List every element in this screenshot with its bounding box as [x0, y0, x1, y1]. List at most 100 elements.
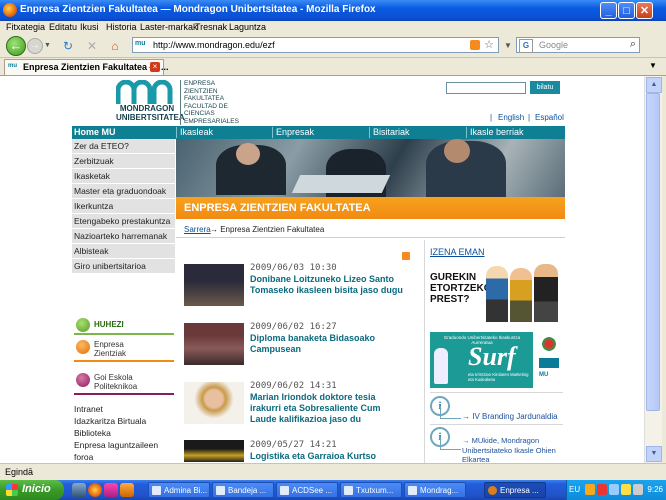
windows-flag-icon: [6, 484, 18, 496]
news-title-link[interactable]: Logistika eta Garraioa Kurtso: [250, 451, 405, 462]
leftnav-item[interactable]: Zerbitzuak: [72, 154, 175, 169]
info-link-text[interactable]: MUkide, Mondragon Unibertsitateko Ikasle…: [462, 436, 556, 464]
tab-active[interactable]: mu Enpresa Zientzien Fakultatea — ... ×: [4, 59, 169, 75]
rss-feed-icon[interactable]: [402, 252, 410, 260]
address-dropdown-icon[interactable]: ▼: [500, 38, 516, 54]
leftnav-item[interactable]: Giro unibertsitarioa: [72, 259, 175, 274]
search-icon[interactable]: ⌕: [630, 38, 636, 51]
scrollbar-thumb[interactable]: [646, 93, 660, 411]
leftnav-item[interactable]: Ikerkuntza: [72, 199, 175, 214]
lang-english-link[interactable]: English: [498, 113, 524, 122]
link-intranet[interactable]: Intranet: [74, 403, 174, 415]
menu-bookmarks[interactable]: Laster-markak: [140, 22, 198, 32]
menu-file[interactable]: Fitxategia: [6, 22, 45, 32]
faculty-link-enpresa[interactable]: Enpresa Zientziak: [94, 340, 134, 358]
taskbar-item[interactable]: Mondrag...: [404, 482, 466, 498]
taskbar-item-active[interactable]: Enpresa ...: [484, 482, 546, 498]
url-text[interactable]: http://www.mondragon.edu/ezf: [153, 40, 275, 50]
clock: 9:26: [647, 485, 663, 494]
nav-bisitariak[interactable]: Bisitariak: [369, 127, 410, 138]
tab-list-icon[interactable]: ▼: [646, 61, 660, 73]
tray-network-icon[interactable]: [609, 484, 619, 495]
scroll-down-icon[interactable]: ▼: [646, 446, 662, 462]
news-title-link[interactable]: Donibane Loitzuneko Lizeo Santo Tomaseko…: [250, 274, 405, 296]
nav-ikasle-berriak[interactable]: Ikasle berriak: [466, 127, 524, 138]
menu-history[interactable]: Historia: [106, 22, 137, 32]
menu-tools[interactable]: Tresnak: [195, 22, 227, 32]
tray-volume-icon[interactable]: [633, 484, 643, 495]
huhezi-badge-icon[interactable]: [76, 318, 90, 332]
history-dropdown-icon[interactable]: ▼: [44, 42, 51, 49]
enpresa-badge-icon[interactable]: [76, 340, 90, 354]
nav-ikasleak[interactable]: Ikasleak: [176, 127, 213, 138]
language-indicator[interactable]: EU: [569, 485, 580, 494]
register-link[interactable]: IZENA EMAN: [430, 247, 485, 257]
lang-spanish-link[interactable]: Español: [535, 113, 564, 122]
nav-home-mu[interactable]: Home MU: [72, 127, 116, 138]
google-engine-icon[interactable]: G: [519, 39, 533, 53]
site-search-input[interactable]: [446, 82, 526, 94]
back-button[interactable]: ←: [6, 36, 26, 56]
news-title-link[interactable]: Diploma banaketa Bidasoako Campusean: [250, 333, 405, 355]
bookmark-star-icon[interactable]: ☆: [484, 38, 494, 51]
link-idazkaritza[interactable]: Idazkaritza Birtuala: [74, 415, 174, 427]
taskbar-item[interactable]: Bandeja ...: [212, 482, 274, 498]
leftnav-item[interactable]: Zer da ETEO?: [72, 139, 175, 154]
info-link-mukide[interactable]: → MUkide, Mondragon Unibertsitateko Ikas…: [462, 436, 562, 465]
tray-app-icon[interactable]: [585, 484, 595, 495]
menu-edit[interactable]: Editatu: [49, 22, 77, 32]
scroll-up-icon[interactable]: ▲: [646, 77, 662, 93]
leftnav-item[interactable]: Albisteak: [72, 244, 175, 259]
stop-icon[interactable]: ✕: [84, 38, 100, 54]
search-placeholder: Google: [539, 40, 569, 50]
tab-label[interactable]: Enpresa Zientzien Fakultatea — ...: [23, 62, 169, 72]
minimize-button[interactable]: _: [600, 2, 617, 19]
mondragon-logo-icon[interactable]: [116, 80, 176, 104]
quicklaunch-desktop-icon[interactable]: [72, 483, 86, 497]
taskbar-item[interactable]: Txutxum...: [340, 482, 402, 498]
vertical-scrollbar[interactable]: ▲ ▼: [644, 76, 662, 463]
close-button[interactable]: ✕: [636, 2, 653, 19]
search-input[interactable]: G Google ⌕: [516, 37, 640, 53]
start-button[interactable]: Inicio: [0, 480, 64, 500]
leftnav-item[interactable]: Master eta graduondoak: [72, 184, 175, 199]
quicklaunch-app-icon[interactable]: [120, 483, 134, 497]
taskbar-item[interactable]: Admina Bi...: [148, 482, 210, 498]
nav-enpresak[interactable]: Enpresak: [272, 127, 314, 138]
rss-feed-icon[interactable]: [470, 40, 480, 50]
site-search-button[interactable]: bilatu: [530, 81, 560, 94]
menu-help[interactable]: Laguntza: [229, 22, 266, 32]
promo-banner-prest[interactable]: GUREKIN ETORTZEKO PREST?: [430, 262, 563, 324]
faculty-link-politeknikoa[interactable]: Goi Eskola Politeknikoa: [94, 373, 154, 391]
faculty-link-huhezi[interactable]: HUHEZI: [94, 320, 124, 329]
reload-icon[interactable]: ↻: [60, 38, 76, 54]
news-thumbnail[interactable]: [184, 382, 244, 424]
tray-app-icon[interactable]: [621, 484, 631, 495]
news-thumbnail[interactable]: [184, 440, 244, 462]
breadcrumb-home-link[interactable]: Sarrera: [184, 225, 211, 234]
emblem-icon: [541, 336, 557, 352]
window-title-bar[interactable]: Enpresa Zientzien Fakultatea — Mondragon…: [0, 0, 666, 21]
politeknikoa-badge-icon[interactable]: [76, 373, 90, 387]
taskbar-item[interactable]: ACDSee ...: [276, 482, 338, 498]
info-link-text[interactable]: IV Branding Jardunaldia: [472, 412, 557, 421]
news-thumbnail[interactable]: [184, 264, 244, 306]
link-biblioteka[interactable]: Biblioteka: [74, 427, 174, 439]
leftnav-item[interactable]: Etengabeko prestakuntza: [72, 214, 175, 229]
link-enpresa-foroa[interactable]: Enpresa laguntzaileen foroa: [74, 439, 174, 463]
info-link-branding[interactable]: → IV Branding Jardunaldia: [462, 412, 558, 421]
tab-close-icon[interactable]: ×: [150, 62, 160, 72]
quicklaunch-firefox-icon[interactable]: [88, 483, 102, 497]
news-thumbnail[interactable]: [184, 323, 244, 365]
menu-view[interactable]: Ikusi: [80, 22, 99, 32]
quicklaunch-app-icon[interactable]: [104, 483, 118, 497]
address-bar[interactable]: mu http://www.mondragon.edu/ezf ☆: [132, 37, 499, 53]
promo-banner-surf[interactable]: Graduondo Unibertsitateko Ikaskuntza Aur…: [430, 332, 533, 388]
forward-button[interactable]: →: [27, 38, 43, 54]
home-icon[interactable]: ⌂: [107, 38, 123, 54]
leftnav-item[interactable]: Nazioarteko harremanak: [72, 229, 175, 244]
leftnav-item[interactable]: Ikasketak: [72, 169, 175, 184]
maximize-button[interactable]: □: [618, 2, 635, 19]
tray-app-icon[interactable]: [597, 484, 607, 495]
news-title-link[interactable]: Marian Iriondok doktore tesia irakurri e…: [250, 392, 405, 425]
